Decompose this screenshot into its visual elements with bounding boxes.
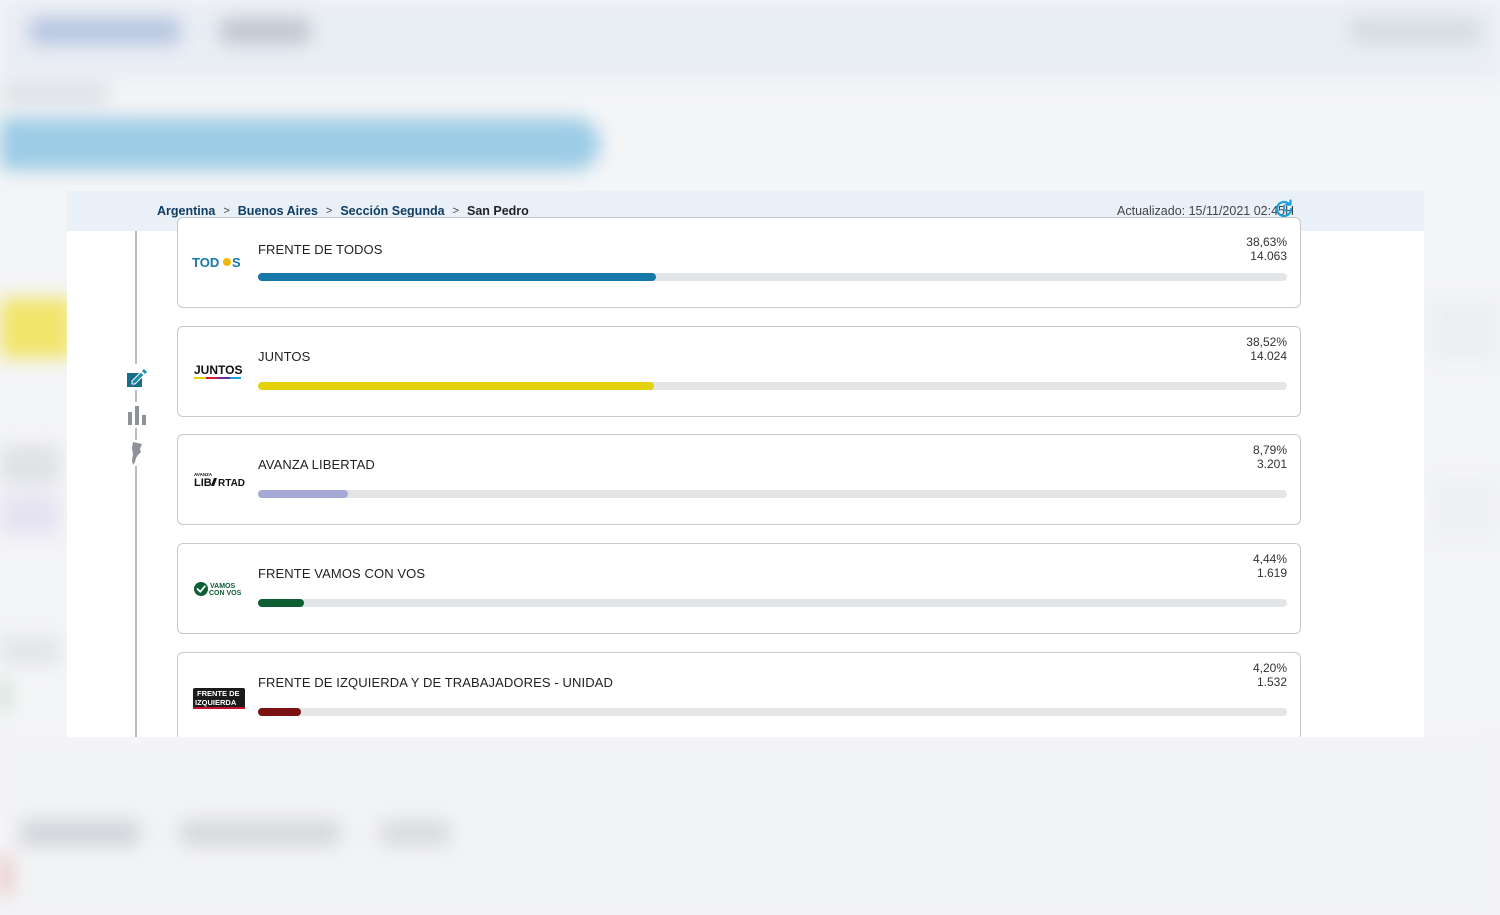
- party-stats: 8,79% 3.201: [1253, 443, 1287, 471]
- result-bar-fill: [258, 599, 304, 607]
- svg-text:FRENTE DE: FRENTE DE: [197, 689, 240, 698]
- vote-percent: 38,63%: [1246, 235, 1287, 249]
- frente-de-todos-logo: TOD S: [192, 255, 241, 270]
- party-stats: 4,44% 1.619: [1253, 552, 1287, 580]
- bg-shape: [180, 820, 340, 846]
- svg-text:JUNTOS: JUNTOS: [194, 363, 242, 377]
- party-name: AVANZA LIBERTAD: [258, 457, 375, 472]
- bg-shape: [0, 680, 8, 710]
- result-bar-fill: [258, 273, 656, 281]
- svg-text:TOD: TOD: [192, 255, 219, 270]
- breadcrumb-separator: >: [452, 205, 459, 217]
- party-logo: VAMOS CON VOS: [192, 544, 246, 633]
- bg-shape: [0, 298, 72, 358]
- vote-percent: 38,52%: [1246, 335, 1287, 349]
- result-bar-fill: [258, 382, 655, 390]
- bar-chart-icon[interactable]: [125, 402, 149, 428]
- vamos-con-vos-logo: VAMOS CON VOS: [194, 581, 242, 597]
- vote-percent: 8,79%: [1252, 443, 1287, 457]
- map-argentina-icon[interactable]: [125, 440, 149, 466]
- juntos-logo: JUNTOS: [194, 363, 242, 379]
- bg-shape: [0, 495, 60, 535]
- party-logo: TOD S: [192, 218, 246, 307]
- result-bar-track: [258, 490, 1287, 498]
- svg-text:RTAD: RTAD: [218, 478, 245, 489]
- bg-shape: [0, 118, 600, 170]
- breadcrumb-link-country[interactable]: Argentina: [157, 204, 215, 218]
- bg-shape: [20, 820, 140, 846]
- result-bar-track: [258, 273, 1287, 281]
- result-card: VAMOS CON VOS FRENTE VAMOS CON VOS 4,44%…: [177, 543, 1301, 634]
- party-stats: 38,52% 14.024: [1246, 335, 1287, 363]
- bg-shape: [380, 820, 450, 846]
- bg-shape: [0, 84, 110, 104]
- result-bar-fill: [258, 708, 302, 716]
- svg-text:LIB: LIB: [194, 477, 212, 489]
- bg-shape: [0, 635, 60, 665]
- vote-count: 1.532: [1256, 675, 1287, 689]
- vote-percent: 4,20%: [1252, 661, 1287, 675]
- side-icon-nav: [125, 364, 153, 478]
- frente-de-izquierda-logo: FRENTE DE IZQUIERDA: [193, 687, 245, 709]
- breadcrumb-separator: >: [325, 205, 333, 217]
- svg-text:S: S: [232, 255, 241, 270]
- vote-percent: 4,44%: [1252, 552, 1287, 566]
- vote-count: 14.024: [1250, 349, 1287, 363]
- bg-shape: [220, 18, 310, 44]
- bg-shape: [1430, 300, 1500, 360]
- result-card: AVANZA LIB RTAD AVANZA LIBERTAD 8,79% 3.…: [177, 434, 1301, 525]
- party-logo: FRENTE DE IZQUIERDA: [192, 653, 246, 737]
- svg-text:VAMOS: VAMOS: [210, 583, 235, 590]
- party-stats: 4,20% 1.532: [1253, 661, 1287, 689]
- result-card: FRENTE DE IZQUIERDA FRENTE DE IZQUIERDA …: [177, 652, 1301, 737]
- bg-shape: [1430, 480, 1500, 540]
- result-bar-track: [258, 382, 1287, 390]
- party-logo: AVANZA LIB RTAD: [192, 435, 246, 524]
- result-bar-track: [258, 599, 1287, 607]
- vote-count: 14.063: [1250, 249, 1287, 263]
- breadcrumb-link-province[interactable]: Buenos Aires: [238, 204, 318, 218]
- breadcrumb-link-section[interactable]: Sección Segunda: [340, 204, 444, 218]
- bg-shape: [30, 18, 180, 44]
- result-bar-fill: [258, 490, 349, 498]
- bg-shape: [0, 855, 10, 895]
- vote-count: 3.201: [1256, 457, 1287, 471]
- party-name: FRENTE DE TODOS: [258, 242, 383, 257]
- results-panel: Argentina > Buenos Aires > Sección Segun…: [67, 191, 1424, 737]
- side-divider: [135, 231, 137, 737]
- breadcrumb-current: San Pedro: [466, 204, 529, 218]
- ballot-edit-icon[interactable]: [125, 364, 149, 390]
- vote-count: 1.619: [1256, 566, 1287, 580]
- avanza-libertad-logo: AVANZA LIB RTAD: [194, 472, 245, 489]
- party-name: FRENTE DE IZQUIERDA Y DE TRABAJADORES - …: [258, 675, 613, 690]
- breadcrumb-separator: >: [223, 205, 230, 217]
- bg-shape: [0, 445, 60, 485]
- svg-text:CON VOS: CON VOS: [209, 590, 242, 597]
- result-card: TOD S FRENTE DE TODOS 38,63% 14.063: [177, 217, 1301, 308]
- party-name: JUNTOS: [258, 349, 311, 364]
- result-bar-track: [258, 708, 1287, 716]
- party-stats: 38,63% 14.063: [1246, 235, 1287, 263]
- party-name: FRENTE VAMOS CON VOS: [258, 566, 426, 581]
- party-logo: JUNTOS: [192, 327, 246, 416]
- result-card: JUNTOS JUNTOS 38,52% 14.024: [177, 326, 1301, 417]
- svg-text:IZQUIERDA: IZQUIERDA: [195, 698, 237, 707]
- bg-shape: [1350, 18, 1480, 44]
